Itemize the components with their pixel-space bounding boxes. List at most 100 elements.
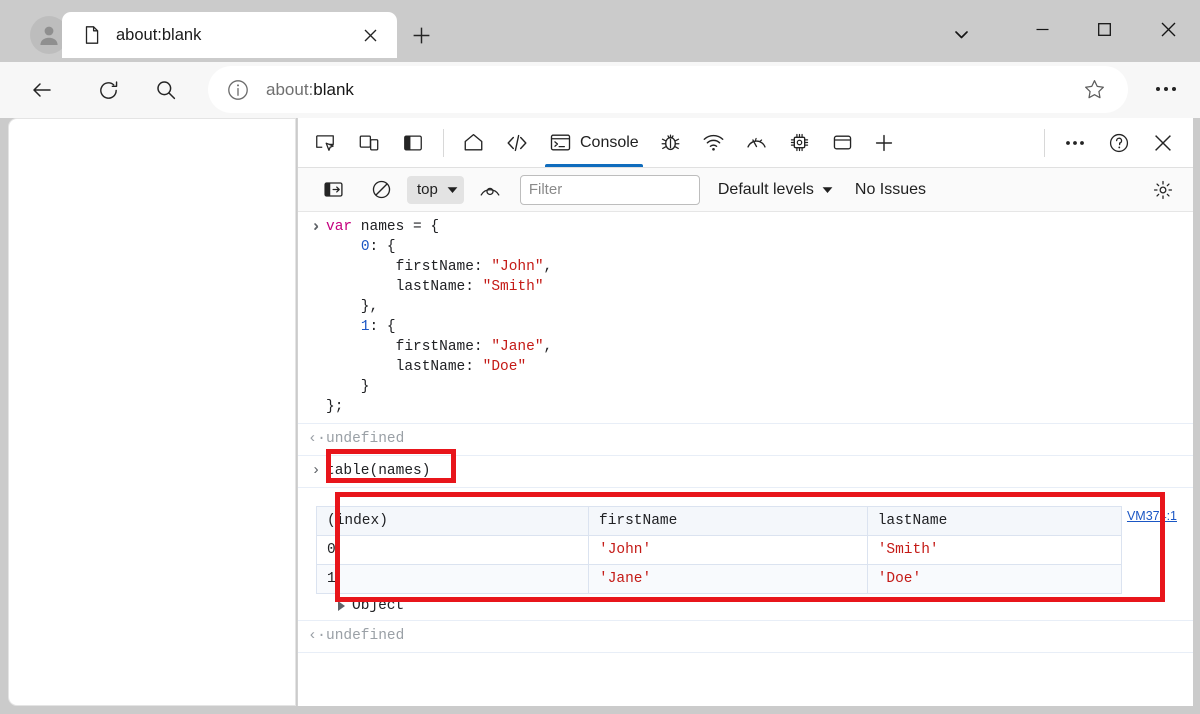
dock-side-icon[interactable]: [394, 124, 432, 162]
window-close-button[interactable]: [1145, 6, 1191, 52]
console-entry-table-command[interactable]: › table(names): [298, 456, 1193, 488]
console-result-undefined: undefined: [326, 628, 405, 644]
search-icon: [157, 81, 176, 100]
plus-icon: [413, 27, 429, 43]
gear-icon[interactable]: [1144, 171, 1182, 209]
close-icon[interactable]: [355, 20, 385, 50]
cell-lastname: 'Doe': [866, 564, 1123, 594]
chevron-right-icon: ›: [311, 218, 321, 236]
add-devtools-tab-button[interactable]: [864, 119, 904, 167]
minimize-button[interactable]: [1019, 6, 1065, 52]
account-avatar-icon: [40, 26, 58, 45]
chevron-right-icon: ›: [311, 462, 321, 479]
triangle-right-icon: [338, 601, 345, 611]
source-link[interactable]: VM374:1: [1127, 509, 1177, 523]
clear-console-icon[interactable]: [362, 171, 400, 209]
performance-icon: [747, 137, 766, 148]
close-icon: [1161, 22, 1175, 36]
table-row: 0 'John' 'Smith': [316, 535, 1123, 565]
column-header-firstname: firstName: [588, 506, 868, 536]
help-icon[interactable]: [1100, 124, 1138, 162]
console-icon: [550, 134, 571, 151]
object-label: Object: [352, 598, 405, 614]
console-sidebar-icon[interactable]: [314, 171, 352, 209]
console-command-text: table(names): [326, 463, 431, 479]
context-selector[interactable]: top: [407, 175, 464, 204]
debugger-icon: [661, 134, 680, 151]
object-expander[interactable]: Object: [298, 594, 1193, 620]
page-viewport: [8, 118, 296, 706]
tab-network[interactable]: [692, 119, 735, 167]
toolbar-divider: [443, 128, 444, 157]
column-header-index: (index): [316, 506, 589, 536]
table-header-row: (index) firstName lastName: [316, 506, 1123, 536]
console-table: (index) firstName lastName 0 'John' 'Smi…: [316, 506, 1123, 594]
console-result-undefined: undefined: [326, 431, 405, 447]
console-entry-output: ‹· undefined: [298, 424, 1193, 456]
tab-sources[interactable]: [649, 119, 692, 167]
title-bar: about:blank: [0, 0, 1200, 68]
caret-down-icon: [447, 186, 458, 193]
tab-memory[interactable]: [778, 119, 821, 167]
console-output[interactable]: › var names = { 0: { firstName: "John", …: [298, 212, 1193, 706]
inspect-element-icon[interactable]: [306, 124, 344, 162]
chevron-down-icon: [954, 30, 968, 38]
cell-firstname: 'John': [588, 535, 868, 565]
device-emulation-icon[interactable]: [350, 124, 388, 162]
filter-input[interactable]: [519, 174, 700, 205]
console-entry-output: ‹· undefined: [298, 621, 1193, 653]
return-arrow-icon: ‹·: [308, 627, 327, 644]
star-icon[interactable]: [1076, 72, 1112, 108]
url-scheme: about:: [266, 79, 314, 99]
console-filter-bar: top Default levels No Issues: [298, 168, 1193, 212]
network-icon: [703, 134, 724, 151]
devtools-panel: Console top Filter Default levels No Iss…: [297, 118, 1193, 706]
tab-search-button[interactable]: [943, 16, 979, 52]
browser-tab[interactable]: about:blank: [62, 12, 397, 58]
reload-icon: [99, 80, 117, 99]
close-devtools-icon[interactable]: [1144, 124, 1182, 162]
maximize-button[interactable]: [1081, 6, 1127, 52]
cell-index: 1: [316, 564, 589, 594]
toolbar-divider-right: [1044, 128, 1045, 157]
address-bar[interactable]: about:blank: [208, 66, 1128, 113]
reload-button[interactable]: [88, 70, 128, 110]
ellipsis-icon: [1156, 87, 1176, 91]
minimize-icon: [1036, 28, 1048, 30]
address-text[interactable]: about:blank: [266, 80, 1076, 100]
console-code: var names = { 0: { firstName: "John", la…: [326, 219, 553, 415]
add-tab-icon: [875, 134, 892, 151]
log-levels-label: Default levels: [717, 180, 814, 198]
cell-index: 0: [316, 535, 589, 565]
more-tools-icon[interactable]: [1056, 124, 1094, 162]
log-levels-selector[interactable]: Default levels: [718, 181, 833, 199]
eye-icon[interactable]: [471, 171, 509, 209]
memory-icon: [790, 133, 808, 152]
issues-status[interactable]: No Issues: [855, 181, 926, 199]
browser-window: about:blank about:blank Console top Filt…: [0, 0, 1200, 714]
console-entry-input[interactable]: › var names = { 0: { firstName: "John", …: [298, 212, 1193, 424]
console-table-body: 0 'John' 'Smith' 1 'Jane' 'Doe': [316, 535, 1123, 594]
maximize-icon: [1097, 22, 1111, 36]
tab-console[interactable]: Console: [539, 119, 649, 167]
tab-elements[interactable]: [495, 119, 539, 167]
table-row: 1 'Jane' 'Doe': [316, 564, 1123, 594]
tab-performance[interactable]: [735, 119, 778, 167]
browser-settings-button[interactable]: [1146, 69, 1186, 109]
devtools-tabbar: Console: [298, 118, 1193, 168]
devtools-tabbar-right: [1036, 124, 1193, 162]
tab-welcome[interactable]: [452, 119, 495, 167]
console-prompt[interactable]: ›: [298, 219, 1193, 669]
console-entry-table-output: VM374:1 (index) firstName lastName 0 'Jo…: [298, 506, 1193, 621]
application-icon: [833, 135, 851, 150]
info-circle-icon[interactable]: [226, 78, 250, 102]
console-table-head: (index) firstName lastName: [316, 506, 1123, 536]
cell-lastname: 'Smith': [866, 535, 1123, 565]
back-arrow-icon: [33, 83, 51, 97]
new-tab-button[interactable]: [404, 18, 438, 52]
home-icon: [464, 133, 483, 151]
cell-firstname: 'Jane': [588, 564, 868, 594]
back-button[interactable]: [22, 70, 62, 110]
tab-application[interactable]: [821, 119, 864, 167]
search-button[interactable]: [146, 70, 186, 110]
